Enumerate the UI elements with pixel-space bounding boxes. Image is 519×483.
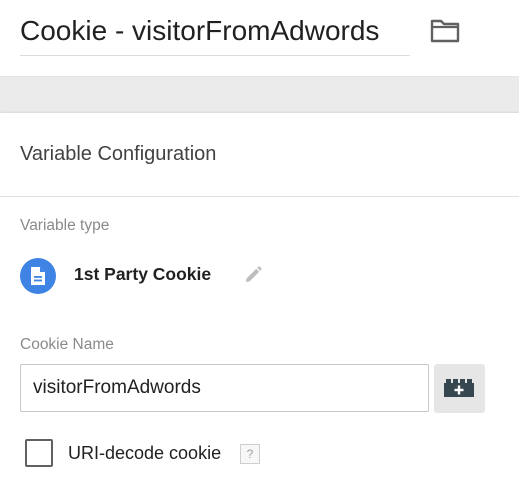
lego-brick-plus-icon: [444, 379, 474, 397]
variable-configuration-card: Variable Configuration Variable type 1st…: [0, 113, 519, 483]
uri-decode-label[interactable]: URI-decode cookie: [68, 443, 221, 464]
variable-type-name[interactable]: 1st Party Cookie: [74, 264, 211, 285]
help-icon[interactable]: ?: [240, 444, 260, 464]
title-field[interactable]: Cookie - visitorFromAdwords: [20, 12, 410, 56]
separator-band: [0, 77, 519, 113]
cookie-name-input[interactable]: [20, 364, 429, 412]
variable-type-label: Variable type: [20, 217, 110, 234]
variable-editor: Cookie - visitorFromAdwords Variable Con…: [0, 0, 519, 483]
divider: [0, 196, 519, 197]
pencil-icon[interactable]: [243, 265, 263, 285]
section-title: Variable Configuration: [20, 143, 217, 165]
cookie-name-label: Cookie Name: [20, 336, 114, 353]
uri-decode-checkbox[interactable]: [25, 439, 53, 467]
variable-title[interactable]: Cookie - visitorFromAdwords: [20, 15, 379, 47]
insert-variable-button[interactable]: [434, 364, 485, 413]
folder-icon[interactable]: [429, 18, 461, 44]
editor-header: Cookie - visitorFromAdwords: [0, 0, 519, 77]
document-icon: [20, 258, 56, 294]
